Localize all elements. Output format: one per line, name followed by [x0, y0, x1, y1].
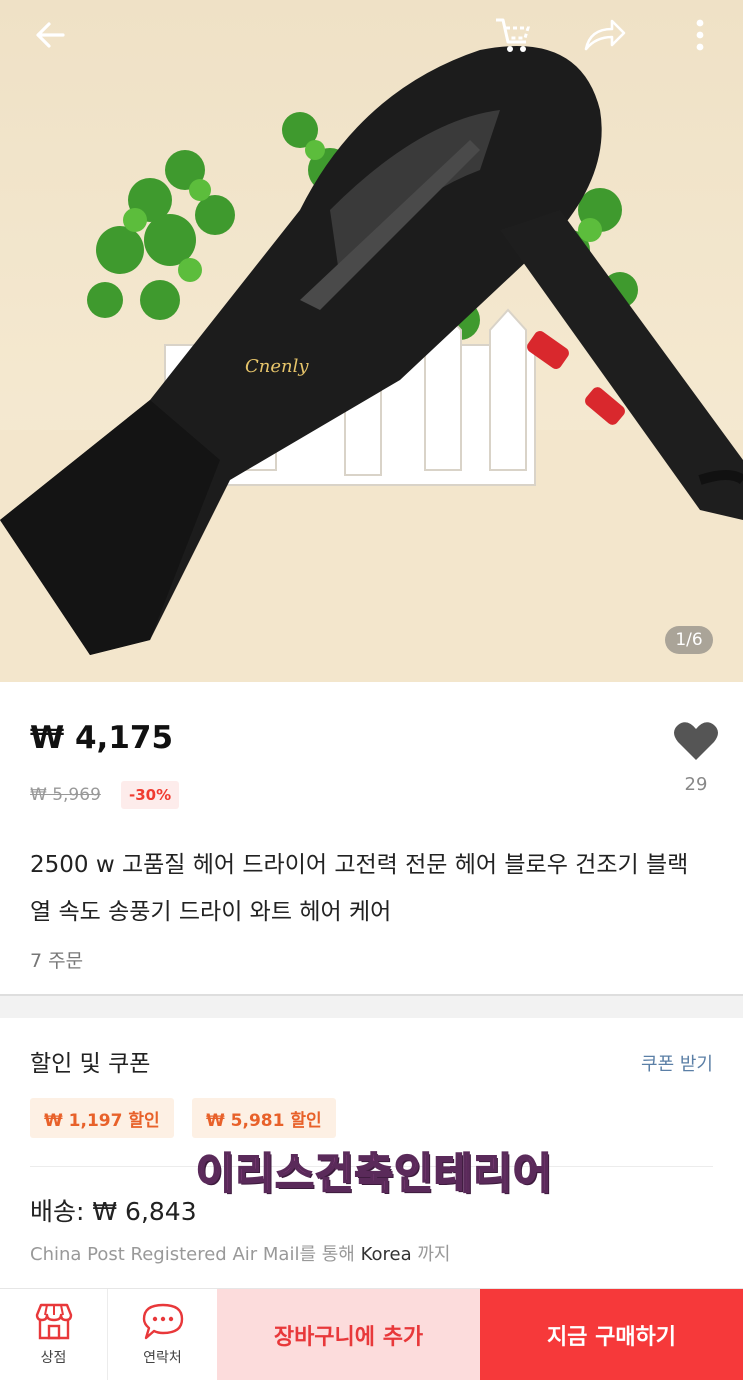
- buy-now-button[interactable]: 지금 구매하기: [480, 1289, 743, 1380]
- svg-text:Cnenly: Cnenly: [245, 356, 309, 377]
- cart-button[interactable]: [488, 10, 538, 60]
- coupon-chip[interactable]: ₩ 1,197 할인: [30, 1098, 174, 1138]
- store-button[interactable]: 상점: [0, 1289, 108, 1380]
- share-icon: [584, 19, 626, 51]
- section-divider: [0, 994, 743, 1018]
- current-price: ₩ 4,175: [30, 720, 174, 756]
- back-button[interactable]: [25, 10, 75, 60]
- cart-icon: [496, 18, 531, 52]
- bottom-action-bar: 상점 연락처 장바구니에 추가 지금 구매하기: [0, 1288, 743, 1380]
- shipping-method-name: China Post Registered Air Mail를 통해: [30, 1244, 355, 1265]
- add-to-cart-button[interactable]: 장바구니에 추가: [217, 1289, 480, 1380]
- more-options-button[interactable]: [675, 10, 725, 60]
- coupon-section-title: 할인 및 쿠폰: [30, 1051, 151, 1077]
- top-navigation-bar: [0, 0, 743, 70]
- product-photo: Cnenly: [0, 46, 743, 682]
- back-arrow-icon: [36, 22, 65, 48]
- image-pager-indicator: 1/6: [665, 626, 713, 654]
- store-icon: [35, 1303, 72, 1340]
- discount-badge: -30%: [121, 781, 180, 809]
- store-label: 상점: [40, 1350, 67, 1366]
- shipping-cost: 배송: ₩ 6,843: [30, 1197, 197, 1226]
- wishlist-count: 29: [684, 774, 708, 795]
- get-coupon-link[interactable]: 쿠폰 받기: [641, 1050, 713, 1076]
- heart-icon: [674, 722, 718, 760]
- wishlist-button[interactable]: [672, 720, 720, 762]
- contact-label: 연락처: [143, 1350, 182, 1366]
- coupon-chip[interactable]: ₩ 5,981 할인: [192, 1098, 336, 1138]
- shipping-method[interactable]: China Post Registered Air Mail를 통해 Korea…: [30, 1240, 450, 1266]
- shipping-destination: Korea: [360, 1244, 412, 1265]
- product-image-carousel[interactable]: Cnenly 1/6: [0, 0, 743, 682]
- original-price: ₩ 5,969: [30, 785, 101, 805]
- shipping-suffix: 까지: [417, 1244, 451, 1265]
- watermark-text: 이리스건축인테리어: [195, 1148, 553, 1199]
- chat-icon: [142, 1303, 183, 1340]
- product-title: 2500 w 고품질 헤어 드라이어 고전력 전문 헤어 블로우 건조기 블랙 …: [30, 852, 689, 925]
- order-count: 7 주문: [30, 950, 84, 972]
- contact-button[interactable]: 연락처: [108, 1289, 217, 1380]
- share-button[interactable]: [580, 10, 630, 60]
- more-icon: [696, 19, 704, 51]
